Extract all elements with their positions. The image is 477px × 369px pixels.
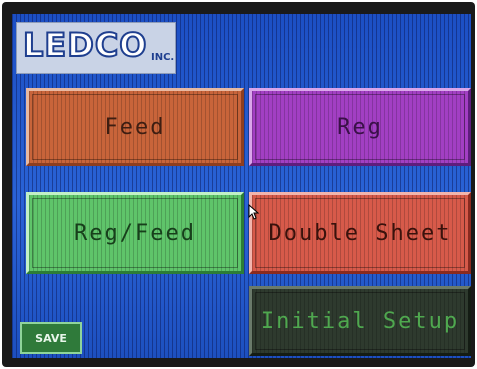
- feed-button[interactable]: Feed: [26, 88, 244, 166]
- logo-brand-text: LEDCO: [22, 26, 148, 64]
- logo-suffix-text: INC.: [151, 52, 175, 63]
- double-sheet-button-label: Double Sheet: [268, 220, 452, 246]
- initial-setup-button[interactable]: Initial Setup: [249, 286, 471, 356]
- save-button-label: SAVE: [35, 331, 67, 345]
- reg-button[interactable]: Reg: [249, 88, 471, 166]
- initial-setup-button-label: Initial Setup: [260, 308, 460, 334]
- display-bezel: LEDCO INC. Feed Reg Reg/Feed Double Shee…: [2, 2, 475, 367]
- save-button[interactable]: SAVE: [20, 322, 82, 354]
- reg-feed-button[interactable]: Reg/Feed: [26, 192, 244, 274]
- reg-button-label: Reg: [337, 114, 383, 140]
- feed-button-label: Feed: [104, 114, 166, 140]
- reg-feed-button-label: Reg/Feed: [74, 220, 196, 246]
- company-logo: LEDCO INC.: [16, 22, 176, 74]
- mouse-pointer-icon: [248, 204, 260, 220]
- double-sheet-button[interactable]: Double Sheet: [249, 192, 471, 274]
- touch-screen: LEDCO INC. Feed Reg Reg/Feed Double Shee…: [12, 14, 471, 358]
